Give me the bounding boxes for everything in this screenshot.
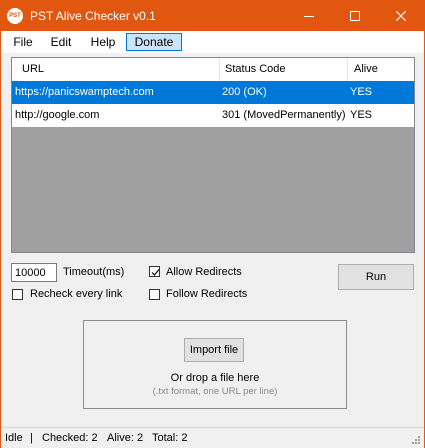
cell-alive: YES xyxy=(350,86,373,98)
app-window: PST PST Alive Checker v0.1 File Edit Hel… xyxy=(0,0,425,448)
resize-grip-icon[interactable] xyxy=(411,435,421,445)
menu-bar: File Edit Help Donate xyxy=(1,31,424,53)
maximize-icon xyxy=(350,11,360,21)
cell-url: http://google.com xyxy=(15,109,100,121)
app-logo-text: PST xyxy=(9,13,21,19)
timeout-label: Timeout(ms) xyxy=(63,266,125,278)
recheck-label[interactable]: Recheck every link xyxy=(30,288,122,300)
timeout-input[interactable] xyxy=(11,263,57,282)
file-drop-zone[interactable]: Import file Or drop a file here (.txt fo… xyxy=(83,320,347,409)
follow-redirects-label[interactable]: Follow Redirects xyxy=(166,288,247,300)
cell-alive: YES xyxy=(350,109,373,121)
import-file-button[interactable]: Import file xyxy=(184,338,244,362)
cell-status: 200 (OK) xyxy=(222,86,267,98)
drop-text: Or drop a file here xyxy=(170,372,260,384)
minimize-icon xyxy=(304,16,314,17)
column-header-alive[interactable]: Alive xyxy=(348,58,414,81)
run-button[interactable]: Run xyxy=(338,264,414,290)
status-checked: Checked: 2 xyxy=(42,432,98,444)
maximize-button[interactable] xyxy=(332,1,378,31)
menu-donate[interactable]: Donate xyxy=(126,33,182,51)
minimize-button[interactable] xyxy=(286,1,332,31)
column-header-status[interactable]: Status Code xyxy=(220,58,348,81)
table-row[interactable]: https://panicswamptech.com 200 (OK) YES xyxy=(12,81,414,104)
title-bar[interactable]: PST PST Alive Checker v0.1 xyxy=(1,1,424,31)
url-list[interactable]: URL Status Code Alive https://panicswamp… xyxy=(11,57,415,253)
status-total: Total: 2 xyxy=(152,432,188,444)
window-title: PST Alive Checker v0.1 xyxy=(30,9,156,23)
table-row[interactable]: http://google.com 301 (MovedPermanently)… xyxy=(12,104,414,127)
list-header: URL Status Code Alive xyxy=(12,58,414,82)
app-logo-icon: PST xyxy=(7,8,23,24)
status-bar: Idle | Checked: 2 Alive: 2 Total: 2 xyxy=(1,427,424,448)
menu-file[interactable]: File xyxy=(9,34,37,50)
close-icon xyxy=(396,11,406,21)
recheck-checkbox[interactable] xyxy=(12,289,23,300)
status-state: Idle xyxy=(5,432,23,444)
close-button[interactable] xyxy=(378,1,424,31)
cell-url: https://panicswamptech.com xyxy=(15,86,154,98)
cell-status: 301 (MovedPermanently) xyxy=(222,109,346,121)
allow-redirects-checkbox[interactable] xyxy=(149,266,160,277)
column-header-url[interactable]: URL xyxy=(12,58,220,81)
follow-redirects-checkbox[interactable] xyxy=(149,289,160,300)
menu-help[interactable]: Help xyxy=(84,34,122,50)
checkmark-icon xyxy=(151,269,160,276)
status-separator: | xyxy=(30,432,33,444)
allow-redirects-label[interactable]: Allow Redirects xyxy=(166,266,242,278)
menu-edit[interactable]: Edit xyxy=(45,34,77,50)
drop-hint: (.txt format, one URL per line) xyxy=(152,386,278,397)
status-alive: Alive: 2 xyxy=(107,432,144,444)
